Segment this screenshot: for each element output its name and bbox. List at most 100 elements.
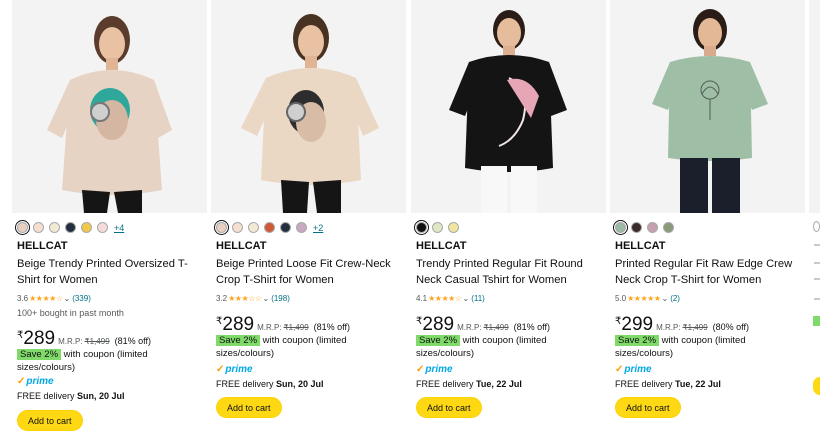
delivery-date: Tue, 22 Jul	[675, 379, 721, 389]
product-card-partial[interactable]	[809, 0, 820, 433]
mrp: M.R.P: ₹1,499	[257, 323, 309, 332]
delivery-prefix: FREE delivery	[17, 391, 75, 401]
currency-symbol: ₹	[216, 316, 223, 327]
chevron-down-icon[interactable]: ⌄	[262, 294, 269, 303]
colour-swatch[interactable]	[448, 222, 459, 233]
colour-swatch[interactable]	[49, 222, 60, 233]
delivery-info: FREE delivery Sun, 20 Jul	[17, 391, 125, 401]
product-title-link[interactable]: Beige Trendy Printed Oversized T-Shirt f…	[17, 256, 207, 288]
coupon-info: Save 2% with coupon (limited sizes/colou…	[17, 348, 182, 374]
add-to-cart-button[interactable]: Add to cart	[615, 397, 681, 418]
colour-swatch[interactable]	[631, 222, 642, 233]
mrp-label: M.R.P:	[656, 323, 681, 332]
brand-name: HELLCAT	[615, 240, 666, 252]
price[interactable]: 289	[222, 314, 254, 336]
delivery-info: FREE delivery Tue, 22 Jul	[416, 379, 522, 389]
price[interactable]: 299	[621, 314, 653, 336]
product-image[interactable]	[610, 0, 805, 213]
prime-badge: ✓ prime	[216, 364, 253, 375]
chevron-down-icon[interactable]: ⌄	[462, 294, 469, 303]
colour-swatch[interactable]	[280, 222, 291, 233]
review-count-link[interactable]: (11)	[471, 294, 485, 303]
review-count-link[interactable]: (339)	[72, 294, 91, 303]
product-card[interactable]: +4 HELLCAT Beige Trendy Printed Oversize…	[12, 0, 207, 433]
review-count-link[interactable]: (2)	[670, 294, 680, 303]
prime-badge: ✓ prime	[615, 364, 652, 375]
colour-swatches: +2	[214, 220, 323, 235]
product-title-link[interactable]	[814, 262, 820, 264]
colour-swatch[interactable]	[663, 222, 674, 233]
rating-row[interactable]	[814, 298, 820, 300]
prime-label: prime	[26, 376, 54, 387]
colour-swatch[interactable]	[264, 222, 275, 233]
colour-swatch[interactable]	[97, 222, 108, 233]
brand-name: HELLCAT	[416, 240, 467, 252]
product-image[interactable]	[809, 0, 820, 213]
delivery-info: FREE delivery Tue, 22 Jul	[615, 379, 721, 389]
colour-swatches	[414, 220, 459, 235]
product-title-link[interactable]	[814, 278, 820, 280]
rating-row[interactable]: 4.1 ★★★★☆ ⌄ (11)	[416, 294, 485, 303]
product-title-link[interactable]: Trendy Printed Regular Fit Round Neck Ca…	[416, 256, 606, 288]
mrp-label: M.R.P:	[58, 337, 83, 346]
colour-swatch[interactable]	[15, 220, 30, 235]
add-to-cart-button[interactable]: Add to cart	[216, 397, 282, 418]
colour-swatch[interactable]	[432, 222, 443, 233]
rating-value: 5.0	[615, 294, 627, 303]
product-card[interactable]: HELLCAT Printed Regular Fit Raw Edge Cre…	[610, 0, 805, 433]
prime-check-icon: ✓	[17, 376, 26, 387]
product-card[interactable]: +2 HELLCAT Beige Printed Loose Fit Crew-…	[211, 0, 406, 433]
chevron-down-icon[interactable]: ⌄	[661, 294, 668, 303]
price-row: ₹ 289 M.R.P: ₹1,499 (81% off)	[416, 314, 550, 336]
rating-row[interactable]: 3.2 ★★★☆☆ ⌄ (198)	[216, 294, 290, 303]
product-image[interactable]	[12, 0, 207, 213]
price[interactable]: 289	[422, 314, 454, 336]
mrp: M.R.P: ₹1,499	[58, 337, 110, 346]
star-rating-icon[interactable]: ★★★★★	[627, 294, 661, 303]
prime-label: prime	[624, 364, 652, 375]
rating-value: 3.6	[17, 294, 29, 303]
price[interactable]: 289	[23, 328, 55, 350]
mrp: M.R.P: ₹1,499	[656, 323, 708, 332]
delivery-date: Sun, 20 Jul	[77, 391, 125, 401]
star-rating-icon[interactable]: ★★★★☆	[428, 294, 462, 303]
product-title-link[interactable]: Printed Regular Fit Raw Edge Crew Neck C…	[615, 256, 805, 288]
colour-swatch[interactable]	[33, 222, 44, 233]
product-image[interactable]	[411, 0, 606, 213]
model-illustration	[211, 0, 406, 213]
rating-row[interactable]: 3.6 ★★★★☆ ⌄ (339)	[17, 294, 91, 303]
price-row: ₹ 289 M.R.P: ₹1,499 (81% off)	[17, 328, 151, 350]
colour-swatch[interactable]	[647, 222, 658, 233]
brand-name	[814, 244, 820, 246]
star-rating-icon[interactable]: ★★★★☆	[29, 294, 63, 303]
add-to-cart-button[interactable]	[813, 377, 820, 395]
colour-swatch[interactable]	[613, 220, 628, 235]
save-badge	[813, 316, 820, 326]
rating-value: 4.1	[416, 294, 428, 303]
star-rating-icon[interactable]: ★★★☆☆	[228, 294, 262, 303]
add-to-cart-button[interactable]: Add to cart	[17, 410, 83, 431]
discount: (80% off)	[712, 322, 749, 332]
colour-swatch[interactable]	[414, 220, 429, 235]
colour-swatch[interactable]	[248, 222, 259, 233]
mrp-value: ₹1,499	[84, 337, 110, 346]
add-to-cart-button[interactable]: Add to cart	[416, 397, 482, 418]
product-card[interactable]: HELLCAT Trendy Printed Regular Fit Round…	[411, 0, 606, 433]
colour-swatch[interactable]	[296, 222, 307, 233]
rating-row[interactable]: 5.0 ★★★★★ ⌄ (2)	[615, 294, 680, 303]
more-colours-link[interactable]: +4	[114, 223, 124, 233]
colour-swatch[interactable]	[232, 222, 243, 233]
price-row: ₹ 299 M.R.P: ₹1,499 (80% off)	[615, 314, 749, 336]
colour-swatch[interactable]	[65, 222, 76, 233]
product-image[interactable]	[211, 0, 406, 213]
model-illustration	[610, 0, 805, 213]
chevron-down-icon[interactable]: ⌄	[63, 294, 70, 303]
more-colours-link[interactable]: +2	[313, 223, 323, 233]
coupon-info: Save 2% with coupon (limited sizes/colou…	[615, 334, 780, 360]
product-title-link[interactable]: Beige Printed Loose Fit Crew-Neck Crop T…	[216, 256, 406, 288]
colour-swatch[interactable]	[813, 221, 820, 232]
colour-swatch[interactable]	[214, 220, 229, 235]
review-count-link[interactable]: (198)	[271, 294, 290, 303]
mrp-value: ₹1,499	[682, 323, 708, 332]
colour-swatch[interactable]	[81, 222, 92, 233]
